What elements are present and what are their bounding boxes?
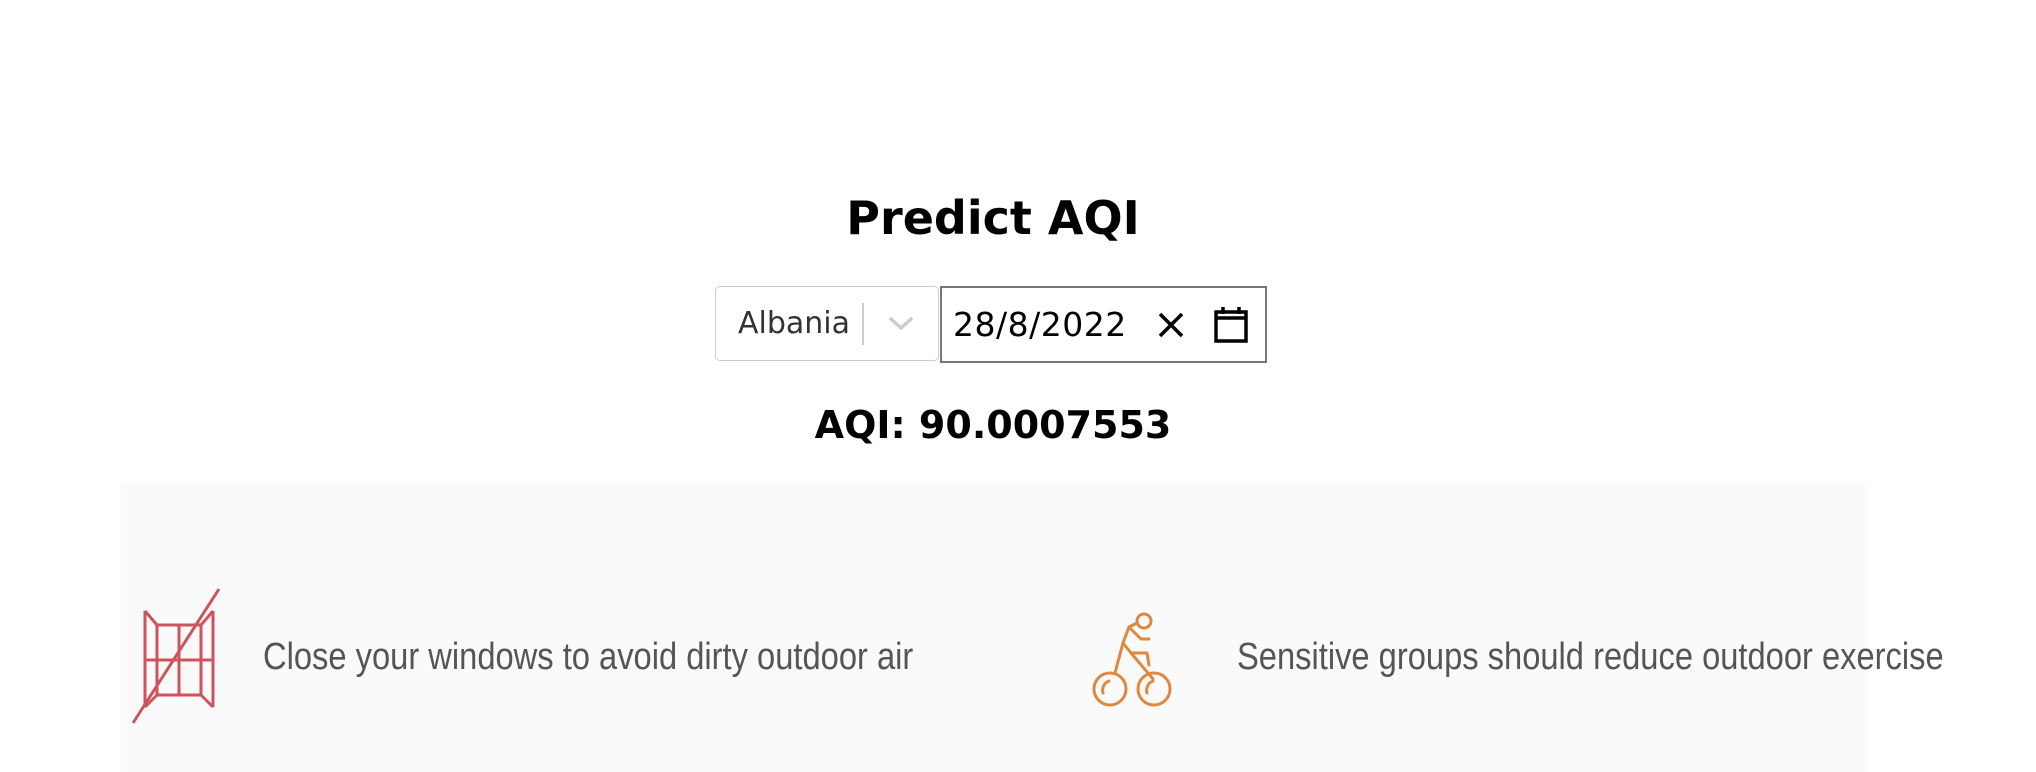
country-select[interactable]: Albania [715,286,939,361]
prediction-controls: Albania 28/8/2022 [715,286,1267,363]
date-picker[interactable]: 28/8/2022 [940,286,1267,363]
chevron-down-icon[interactable] [864,286,938,361]
aqi-value: AQI: 90.0007553 [814,403,1172,447]
date-input[interactable]: 28/8/2022 [942,305,1141,344]
recommendation-item: Sensitive groups should reduce outdoor e… [1089,587,2036,727]
recommendations-panel: Close your windows to avoid dirty outdoo… [121,483,1944,772]
page-title: Predict AQI [846,191,1140,245]
clear-date-icon[interactable] [1141,295,1201,355]
cyclist-icon [1089,587,1177,727]
recommendation-text: Sensitive groups should reduce outdoor e… [1237,635,1944,678]
recommendation-text: Close your windows to avoid dirty outdoo… [263,635,914,678]
recommendation-item: Close your windows to avoid dirty outdoo… [131,587,1019,727]
calendar-icon[interactable] [1201,295,1261,355]
country-select-value: Albania [738,306,851,341]
closed-window-icon [131,587,227,727]
